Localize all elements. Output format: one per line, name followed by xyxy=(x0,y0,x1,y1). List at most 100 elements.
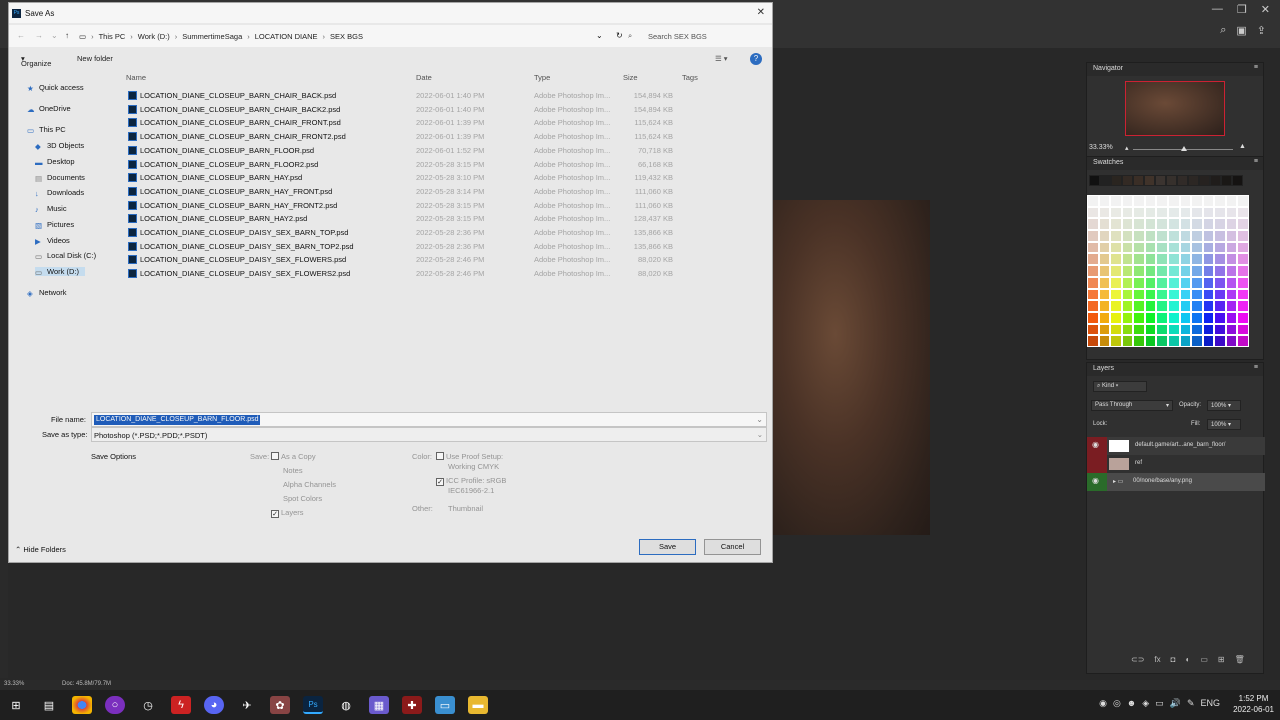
app-icon[interactable]: ▦ xyxy=(369,696,389,714)
tree-item-desktop[interactable]: ▬ Desktop xyxy=(35,157,75,167)
swatch[interactable] xyxy=(1156,335,1168,347)
recent-icon[interactable]: ⌄ xyxy=(51,31,58,40)
swatch[interactable] xyxy=(1179,218,1192,231)
forward-icon[interactable]: → xyxy=(35,31,43,40)
swatch[interactable] xyxy=(1133,323,1145,336)
swatch[interactable] xyxy=(1110,195,1122,207)
swatch[interactable] xyxy=(1133,195,1145,207)
tray-app-icon[interactable]: ☻ xyxy=(1127,698,1136,709)
status-zoom[interactable]: 33.33% xyxy=(4,681,24,687)
swatch[interactable] xyxy=(1202,230,1215,242)
layer-row[interactable]: ◉ default.game/art...ane_barn_floor/ xyxy=(1087,437,1265,455)
organize-button[interactable]: Organize ▾ xyxy=(21,54,51,68)
swatch[interactable] xyxy=(1144,311,1157,324)
swatch[interactable] xyxy=(1214,265,1226,277)
panel-menu-icon[interactable]: ≡ xyxy=(1254,364,1258,371)
zoom-in-icon[interactable]: ▲ xyxy=(1239,143,1246,150)
swatch[interactable] xyxy=(1214,230,1226,242)
swatch[interactable] xyxy=(1179,276,1192,289)
swatch[interactable] xyxy=(1191,230,1203,242)
swatch[interactable] xyxy=(1110,218,1122,231)
swatch[interactable] xyxy=(1237,265,1249,277)
tree-item-this-pc[interactable]: ▭ This PC xyxy=(27,125,66,135)
swatch[interactable] xyxy=(1121,195,1134,207)
swatch[interactable] xyxy=(1202,206,1215,219)
file-row[interactable]: LOCATION_DIANE_CLOSEUP_BARN_FLOOR.psd 202… xyxy=(126,144,696,157)
swatch[interactable] xyxy=(1098,300,1111,312)
swatch[interactable] xyxy=(1110,300,1122,312)
steam-icon[interactable]: ✈ xyxy=(237,696,257,714)
swatch[interactable] xyxy=(1087,206,1099,219)
eye-icon[interactable]: ◉ xyxy=(1087,473,1107,491)
swatch[interactable] xyxy=(1167,323,1180,336)
swatch[interactable] xyxy=(1167,206,1180,219)
swatch[interactable] xyxy=(1199,175,1210,186)
swatch[interactable] xyxy=(1179,288,1192,301)
swatch[interactable] xyxy=(1144,230,1157,242)
swatch[interactable] xyxy=(1144,276,1157,289)
swatch[interactable] xyxy=(1202,323,1215,336)
tree-item-quick-access[interactable]: ★ Quick access xyxy=(27,83,84,93)
swatch[interactable] xyxy=(1214,206,1226,219)
file-row[interactable]: LOCATION_DIANE_CLOSEUP_BARN_CHAIR_BACK.p… xyxy=(126,89,696,102)
swatch[interactable] xyxy=(1167,335,1180,347)
swatch[interactable] xyxy=(1179,311,1192,324)
layer-row[interactable]: ref xyxy=(1087,455,1265,473)
link-icon[interactable]: ⊂⊃ xyxy=(1131,655,1144,664)
swatch[interactable] xyxy=(1214,300,1226,312)
tray-app-icon[interactable]: ◉ xyxy=(1099,698,1107,709)
acrobat-icon[interactable]: ϟ xyxy=(171,696,191,714)
blend-mode-select[interactable]: Pass Through ▾ xyxy=(1091,400,1173,411)
tray-app-icon[interactable]: ◎ xyxy=(1113,698,1121,709)
chevron-down-icon[interactable]: ⌄ xyxy=(756,415,763,424)
close-icon[interactable]: ✕ xyxy=(757,7,765,18)
app-icon[interactable]: ○ xyxy=(105,696,125,714)
swatch[interactable] xyxy=(1214,276,1226,289)
swatch[interactable] xyxy=(1110,311,1122,324)
swatch[interactable] xyxy=(1156,311,1168,324)
save-button[interactable]: Save xyxy=(639,539,696,555)
swatch[interactable] xyxy=(1191,288,1203,301)
file-explorer-icon[interactable]: ▬ xyxy=(468,696,488,714)
windows-start-icon[interactable]: ⊞ xyxy=(6,696,26,714)
swatch[interactable] xyxy=(1225,265,1238,277)
swatch[interactable] xyxy=(1225,335,1238,347)
swatch[interactable] xyxy=(1156,265,1168,277)
opacity-input[interactable]: 100% ▾ xyxy=(1207,400,1241,411)
cancel-button[interactable]: Cancel xyxy=(704,539,761,555)
breadcrumb-item[interactable]: Work (D:) xyxy=(138,32,170,41)
swatch[interactable] xyxy=(1225,311,1238,324)
swatch[interactable] xyxy=(1237,230,1249,242)
swatch[interactable] xyxy=(1156,241,1168,254)
swatch[interactable] xyxy=(1191,206,1203,219)
nav-zoom-value[interactable]: 33.33% xyxy=(1089,144,1113,151)
swatch[interactable] xyxy=(1179,230,1192,242)
swatch[interactable] xyxy=(1121,206,1134,219)
alpha-channels-checkbox[interactable]: Alpha Channels xyxy=(283,480,336,489)
app-icon[interactable]: ✿ xyxy=(270,696,290,714)
file-row[interactable]: LOCATION_DIANE_CLOSEUP_BARN_HAY2.psd 2022… xyxy=(126,212,696,225)
swatch[interactable] xyxy=(1087,276,1099,289)
swatch[interactable] xyxy=(1237,300,1249,312)
chrome-icon[interactable] xyxy=(72,696,92,714)
swatch[interactable] xyxy=(1098,241,1111,254)
swatch[interactable] xyxy=(1237,276,1249,289)
file-row[interactable]: LOCATION_DIANE_CLOSEUP_DAISY_SEX_BARN_TO… xyxy=(126,240,696,253)
swatch[interactable] xyxy=(1110,230,1122,242)
swatch[interactable] xyxy=(1202,311,1215,324)
swatch[interactable] xyxy=(1110,206,1122,219)
file-row[interactable]: LOCATION_DIANE_CLOSEUP_BARN_CHAIR_BACK2.… xyxy=(126,103,696,116)
column-header-size[interactable]: Size xyxy=(623,73,638,82)
swatch[interactable] xyxy=(1167,218,1180,231)
swatch[interactable] xyxy=(1202,195,1215,207)
breadcrumb-item[interactable]: This PC xyxy=(99,32,126,41)
swatch[interactable] xyxy=(1110,241,1122,254)
swatch[interactable] xyxy=(1156,300,1168,312)
swatch[interactable] xyxy=(1133,300,1145,312)
share-icon[interactable]: ⇪ xyxy=(1257,24,1266,37)
swatch[interactable] xyxy=(1144,241,1157,254)
swatch[interactable] xyxy=(1225,206,1238,219)
column-header-name[interactable]: Name xyxy=(126,73,146,82)
swatch[interactable] xyxy=(1121,311,1134,324)
tree-item-work-d[interactable]: ▭ Work (D:) xyxy=(35,267,85,277)
